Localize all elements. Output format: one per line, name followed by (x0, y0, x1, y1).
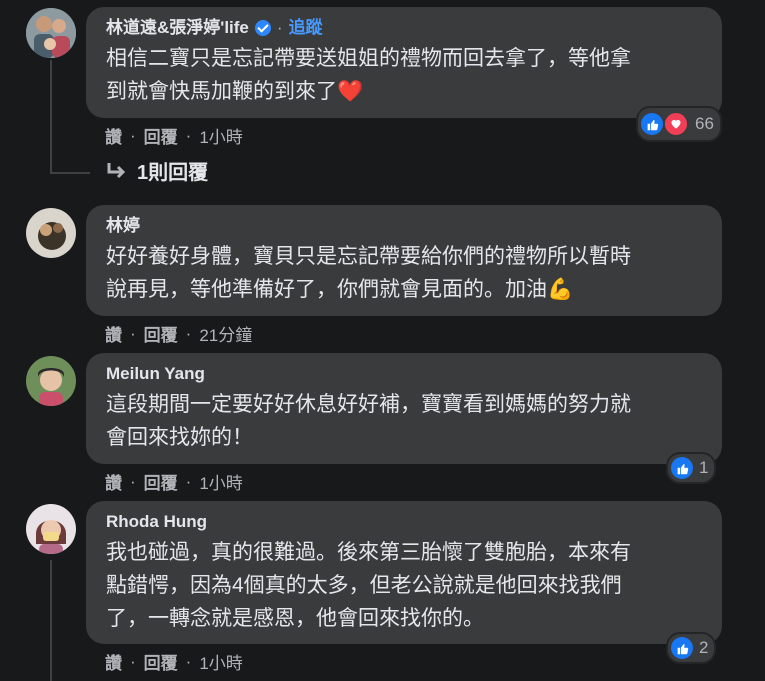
comment-text: 好好養好身體，寶貝只是忘記帶要給你們的禮物所以暫時 說再見，等他準備好了，你們就… (106, 245, 631, 301)
separator-dot: · (185, 125, 192, 145)
thread-line-curve (50, 172, 90, 174)
reaction-summary[interactable]: 1 (666, 452, 717, 484)
comment-author[interactable]: 林道遠&張淨婷'life (106, 17, 249, 39)
reply-button[interactable]: 回覆 (144, 649, 178, 674)
avatar[interactable] (26, 356, 76, 406)
reaction-count: 2 (699, 638, 709, 657)
view-replies-link[interactable]: 1則回覆 (105, 156, 208, 185)
like-button[interactable]: 讚 (105, 123, 122, 148)
separator-dot: · (185, 651, 192, 671)
timestamp[interactable]: 1小時 (199, 469, 242, 494)
avatar[interactable] (26, 504, 76, 554)
thread-line (50, 60, 52, 172)
comment-actions: 讚 · 回覆 · 1小時 (105, 469, 243, 494)
comment-author[interactable]: Rhoda Hung (106, 511, 207, 533)
like-reaction-icon (641, 113, 663, 135)
timestamp[interactable]: 1小時 (199, 649, 242, 674)
comment-bubble: Rhoda Hung 我也碰過，真的很難過。後來第三胎懷了雙胞胎，本來有 點錯愕… (86, 501, 722, 644)
reply-button[interactable]: 回覆 (144, 123, 178, 148)
avatar[interactable] (26, 208, 76, 258)
flexed-biceps-emoji-icon: 💪 (547, 278, 574, 301)
avatar[interactable] (26, 8, 76, 58)
replies-count-label: 1則回覆 (137, 162, 209, 184)
comment-bubble: 林道遠&張淨婷'life · 追蹤 相信二寶只是忘記帶要送姐姐的禮物而回去拿了，… (86, 7, 722, 118)
reaction-summary[interactable]: 2 (666, 632, 717, 664)
like-reaction-icon (671, 637, 693, 659)
verified-badge-icon (254, 20, 271, 36)
reaction-count: 66 (695, 114, 714, 133)
comment-author[interactable]: Meilun Yang (106, 363, 205, 385)
separator-dot: · (130, 471, 136, 491)
comment-bubble: 林婷 好好養好身體，寶貝只是忘記帶要給你們的禮物所以暫時 說再見，等他準備好了，… (86, 205, 722, 316)
reaction-count: 1 (699, 458, 709, 477)
comment-actions: 讚 · 回覆 · 1小時 (105, 123, 243, 148)
reaction-summary[interactable]: 66 (636, 106, 722, 142)
separator-dot: · (130, 651, 136, 671)
comment-author[interactable]: 林婷 (106, 215, 140, 237)
comment-text: 相信二寶只是忘記帶要送姐姐的禮物而回去拿了，等他拿 到就會快馬加鞭的到來了❤️ (106, 47, 631, 103)
comment-text: 我也碰過，真的很難過。後來第三胎懷了雙胞胎，本來有 點錯愕，因為4個真的太多，但… (106, 541, 631, 630)
comment-bubble: Meilun Yang 這段期間一定要好好休息好好補，寶寶看到媽媽的努力就 會回… (86, 353, 722, 464)
timestamp[interactable]: 1小時 (199, 123, 242, 148)
separator-dot: · (185, 323, 192, 343)
reply-button[interactable]: 回覆 (144, 321, 178, 346)
follow-button[interactable]: 追蹤 (289, 17, 323, 39)
love-reaction-icon (663, 111, 689, 137)
reply-button[interactable]: 回覆 (144, 469, 178, 494)
heart-emoji-icon: ❤️ (337, 80, 364, 103)
separator-dot: · (276, 18, 283, 37)
like-button[interactable]: 讚 (105, 649, 122, 674)
comment-text: 這段期間一定要好好休息好好補，寶寶看到媽媽的努力就 會回來找妳的！ (106, 393, 631, 449)
comment-actions: 讚 · 回覆 · 21分鐘 (105, 321, 252, 346)
thread-line (50, 560, 52, 681)
like-button[interactable]: 讚 (105, 321, 122, 346)
reply-arrow-icon (107, 162, 126, 178)
like-button[interactable]: 讚 (105, 469, 122, 494)
comment-actions: 讚 · 回覆 · 1小時 (105, 649, 243, 674)
separator-dot: · (130, 125, 136, 145)
timestamp[interactable]: 21分鐘 (199, 321, 252, 346)
separator-dot: · (130, 323, 136, 343)
like-reaction-icon (671, 457, 693, 479)
separator-dot: · (185, 471, 192, 491)
